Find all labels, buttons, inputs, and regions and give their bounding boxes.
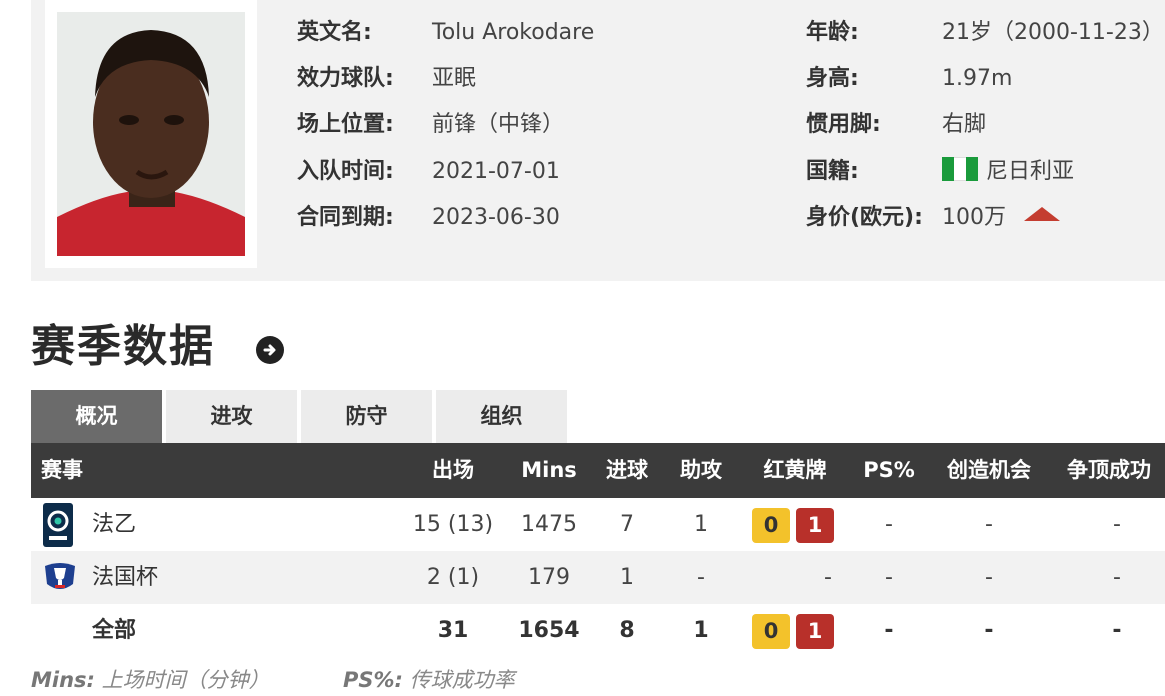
team-value[interactable]: 亚眠 xyxy=(432,64,476,94)
mins-cell: 179 xyxy=(528,565,570,590)
english-name-value: Tolu Arokodare xyxy=(432,20,595,45)
tab-organize[interactable]: 组织 xyxy=(436,390,567,443)
col-aerials-won[interactable]: 争顶成功 xyxy=(1067,443,1165,498)
player-photo xyxy=(57,12,245,256)
col-appearances[interactable]: 出场 xyxy=(401,443,505,498)
col-chances-created[interactable]: 创造机会 xyxy=(934,443,1044,498)
footnote-mins: Mins: 上场时间（分钟） xyxy=(31,666,270,694)
english-name-label: 英文名: xyxy=(297,20,372,45)
mins-cell: 1475 xyxy=(521,512,577,537)
footnote-term: PS%: xyxy=(343,668,403,692)
chances-cell: - xyxy=(984,618,994,643)
col-competition: 赛事 xyxy=(41,458,83,482)
total-label: 全部 xyxy=(92,618,137,643)
position-label: 场上位置: xyxy=(297,112,394,137)
arrow-right-circle-icon[interactable] xyxy=(256,336,284,364)
appearances-cell: 15 (13) xyxy=(412,512,494,537)
footnote-term: Mins: xyxy=(31,668,95,692)
nationality-value: 尼日利亚 xyxy=(942,157,1074,187)
tab-attack[interactable]: 进攻 xyxy=(166,390,297,443)
market-value: 100万 xyxy=(942,203,1060,233)
age-label: 年龄: xyxy=(806,20,859,45)
assists-cell: - xyxy=(697,565,705,590)
pass-pct-cell: - xyxy=(885,565,893,590)
red-card-badge: 1 xyxy=(796,614,834,649)
appearances-cell: 2 (1) xyxy=(426,565,480,590)
goals-cell: 1 xyxy=(620,565,634,590)
position-value: 前锋（中锋） xyxy=(432,112,565,137)
height-label: 身高: xyxy=(806,66,859,91)
season-stats-title: 赛季数据 xyxy=(31,321,215,372)
competition-name[interactable]: 法乙 xyxy=(92,498,136,551)
tab-defense[interactable]: 防守 xyxy=(301,390,432,443)
assists-cell: 1 xyxy=(693,618,709,643)
coupe-de-france-logo-icon xyxy=(45,563,75,589)
footnote-ps: PS%: 传球成功率 xyxy=(343,666,515,694)
yellow-card-badge: 0 xyxy=(752,508,790,543)
nigeria-flag-icon xyxy=(942,157,978,181)
join-date-value: 2021-07-01 xyxy=(432,159,560,184)
aerials-cell: - xyxy=(1113,512,1121,537)
footnote-desc: 传球成功率 xyxy=(409,668,515,692)
age-value: 21岁（2000-11-23） xyxy=(942,20,1164,45)
nationality-text: 尼日利亚 xyxy=(986,159,1075,184)
col-goals[interactable]: 进球 xyxy=(593,443,661,498)
col-assists[interactable]: 助攻 xyxy=(667,443,735,498)
pass-pct-cell: - xyxy=(885,512,893,537)
mins-cell: 1654 xyxy=(518,618,580,643)
goals-cell: 8 xyxy=(619,618,635,643)
goals-cell: 7 xyxy=(620,512,634,537)
table-row: 法国杯 2 (1) 179 1 - - - - - xyxy=(31,551,1165,604)
table-total-row: 全部 31 1654 8 1 0 1 - - - xyxy=(31,604,1165,657)
team-label: 效力球队: xyxy=(297,66,394,91)
trend-up-icon xyxy=(1024,207,1060,221)
stats-table-header: 赛事 出场 Mins 进球 助攻 红黄牌 PS% 创造机会 争顶成功 xyxy=(31,443,1165,498)
market-value-text: 100万 xyxy=(942,205,1006,230)
competition-name[interactable]: 法国杯 xyxy=(92,551,158,604)
contract-end-value: 2023-06-30 xyxy=(432,205,560,230)
ligue2-logo-icon xyxy=(43,503,73,547)
contract-end-label: 合同到期: xyxy=(297,205,394,230)
appearances-cell: 31 xyxy=(437,618,469,643)
yellow-card-badge: 0 xyxy=(752,614,790,649)
red-card-badge: 1 xyxy=(796,508,834,543)
preferred-foot-label: 惯用脚: xyxy=(806,112,881,137)
nationality-label: 国籍: xyxy=(806,159,859,184)
aerials-cell: - xyxy=(1113,565,1121,590)
assists-cell: 1 xyxy=(694,512,708,537)
col-cards[interactable]: 红黄牌 xyxy=(735,443,855,498)
chances-cell: - xyxy=(985,512,993,537)
col-mins[interactable]: Mins xyxy=(505,443,593,498)
pass-pct-cell: - xyxy=(884,618,894,643)
join-date-label: 入队时间: xyxy=(297,159,394,184)
table-row: 法乙 15 (13) 1475 7 1 0 1 - - - xyxy=(31,498,1165,551)
height-value: 1.97m xyxy=(942,66,1013,91)
footnote-desc: 上场时间（分钟） xyxy=(101,668,270,692)
aerials-cell: - xyxy=(1112,618,1122,643)
col-pass-pct[interactable]: PS% xyxy=(855,443,923,498)
preferred-foot-value: 右脚 xyxy=(942,112,987,137)
market-value-label: 身价(欧元): xyxy=(806,205,923,230)
chances-cell: - xyxy=(985,565,993,590)
tab-overview[interactable]: 概况 xyxy=(31,390,162,443)
